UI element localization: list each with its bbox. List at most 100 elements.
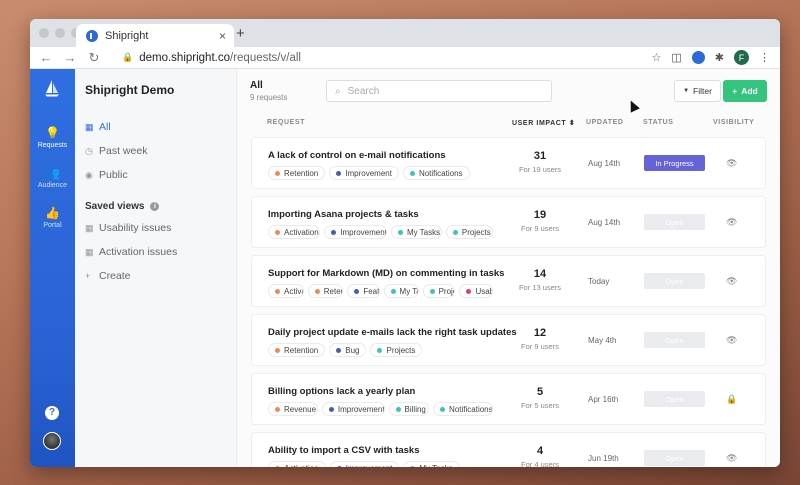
status-badge[interactable]: In Progress: [644, 155, 705, 171]
eye-icon[interactable]: 👁: [726, 276, 737, 287]
tag-chip[interactable]: My Tasks: [383, 284, 419, 298]
tag-chip[interactable]: My Tasks: [390, 225, 442, 239]
star-icon[interactable]: ☆: [652, 51, 662, 64]
saved-view-usability-issues[interactable]: ▦ Usability issues: [85, 216, 226, 240]
request-row[interactable]: Importing Asana projects & tasks Activat…: [251, 196, 766, 248]
tag-chip[interactable]: Retention: [307, 284, 344, 298]
tag-chip[interactable]: Activation: [268, 225, 321, 239]
users-icon: 👥: [45, 166, 60, 180]
impact-users: For 13 users: [518, 283, 562, 292]
tag-chip[interactable]: Projects: [370, 343, 423, 357]
status-badge[interactable]: Open: [644, 332, 705, 348]
request-row[interactable]: Support for Markdown (MD) on commenting …: [251, 255, 766, 307]
tag-chip[interactable]: Improvement: [324, 225, 387, 239]
status-badge[interactable]: Open: [644, 214, 705, 230]
close-window-button[interactable]: [39, 28, 49, 38]
lock-icon: 🔒: [122, 52, 134, 62]
extensions-puzzle-icon[interactable]: ✱: [715, 51, 724, 64]
tag-chip[interactable]: My Tasks: [403, 461, 460, 467]
request-title[interactable]: Ability to import a CSV with tasks: [268, 445, 420, 456]
rail-item-portal[interactable]: 👍 Portal: [30, 206, 75, 229]
profile-avatar[interactable]: F: [734, 50, 749, 65]
tag-label: Projects: [386, 345, 416, 355]
pocket-icon[interactable]: ◫: [671, 51, 681, 64]
sidebar-item-label: Public: [99, 169, 128, 181]
status-badge[interactable]: Open: [644, 391, 705, 407]
search-icon: ⌕: [335, 85, 341, 97]
tag-chip[interactable]: Retention: [268, 166, 326, 180]
tag-label: Bug: [345, 345, 360, 355]
request-title[interactable]: Support for Markdown (MD) on commenting …: [268, 268, 504, 279]
sidebar-item-past-week[interactable]: ◷ Past week: [85, 139, 226, 163]
info-icon[interactable]: i: [150, 202, 160, 211]
tag-chip[interactable]: Feature: [347, 284, 380, 298]
tag-chip[interactable]: Improvement: [329, 166, 399, 180]
sidebar-item-all[interactable]: ▦ All: [85, 115, 226, 139]
tag-chip[interactable]: Projects: [422, 284, 456, 298]
create-view-button[interactable]: + Create: [85, 264, 226, 288]
new-tab-button[interactable]: +: [236, 25, 245, 42]
request-title[interactable]: Importing Asana projects & tasks: [268, 209, 419, 220]
request-row[interactable]: Ability to import a CSV with tasks Activ…: [251, 432, 766, 467]
tag-label: Retention: [284, 345, 319, 355]
tag-list: Retention Improvement Notifications: [268, 166, 493, 180]
updated-date: Jun 19th: [588, 454, 619, 463]
tag-chip[interactable]: Usability: [459, 284, 493, 298]
tag-chip[interactable]: Retention: [268, 343, 326, 357]
column-user-impact[interactable]: USER IMPACT ⬍: [512, 119, 575, 127]
status-badge[interactable]: Open: [644, 450, 705, 466]
tag-label: Activation: [284, 286, 303, 296]
tag-chip[interactable]: Notifications: [433, 402, 493, 416]
tag-chip[interactable]: Notifications: [402, 166, 470, 180]
sidebar-item-label: All: [99, 121, 111, 133]
filter-icon: ▼: [683, 88, 690, 94]
tag-chip[interactable]: Bug: [329, 343, 367, 357]
shipright-extension-icon[interactable]: [691, 51, 705, 64]
forward-icon[interactable]: →: [60, 50, 80, 66]
sidebar-item-public[interactable]: ◉ Public: [85, 163, 226, 187]
request-title[interactable]: Daily project update e-mails lack the ri…: [268, 327, 517, 338]
minimize-window-button[interactable]: [55, 28, 65, 38]
back-icon[interactable]: ←: [36, 50, 56, 66]
eye-icon[interactable]: 👁: [726, 217, 737, 228]
search-input[interactable]: [347, 85, 538, 97]
tag-chip[interactable]: Revenue: [268, 402, 318, 416]
rail-item-audience[interactable]: 👥 Audience: [30, 166, 75, 189]
url-field[interactable]: 🔒 demo.shipright.co/requests/v/all: [122, 52, 301, 64]
saved-views-label: Saved views: [85, 201, 145, 212]
shipright-logo-icon[interactable]: [44, 79, 60, 97]
status-badge[interactable]: Open: [644, 273, 705, 289]
request-row[interactable]: Daily project update e-mails lack the ri…: [251, 314, 766, 366]
search-box[interactable]: ⌕: [326, 80, 552, 102]
lock-icon[interactable]: 🔒: [726, 394, 737, 405]
saved-view-activation-issues[interactable]: ▦ Activation issues: [85, 240, 226, 264]
add-request-button[interactable]: + Add: [723, 80, 767, 102]
user-avatar[interactable]: [43, 432, 61, 450]
eye-icon[interactable]: 👁: [726, 335, 737, 346]
request-title[interactable]: A lack of control on e-mail notification…: [268, 150, 446, 161]
rail-item-label: Portal: [43, 222, 62, 229]
tag-chip[interactable]: Improvement: [329, 461, 400, 467]
tag-chip[interactable]: Improvement: [321, 402, 385, 416]
rail-item-label: Requests: [37, 142, 68, 149]
updated-date: Aug 14th: [588, 159, 621, 168]
help-icon[interactable]: ?: [45, 406, 59, 420]
reload-icon[interactable]: ↻: [84, 50, 104, 66]
user-impact: 5 For 5 users: [510, 386, 570, 410]
request-row[interactable]: A lack of control on e-mail notification…: [251, 137, 766, 189]
tab-close-icon[interactable]: ×: [219, 29, 226, 43]
rail-item-requests[interactable]: 💡 Requests: [30, 126, 75, 149]
browser-menu-icon[interactable]: ⋮: [759, 51, 770, 64]
tag-chip[interactable]: Activation: [268, 461, 326, 467]
browser-tab[interactable]: Shipright ×: [76, 24, 234, 47]
tag-chip[interactable]: Billing: [388, 402, 430, 416]
tag-color-dot: [328, 406, 334, 412]
filter-button[interactable]: ▼ Filter: [674, 80, 721, 102]
eye-icon[interactable]: 👁: [726, 453, 737, 464]
tag-chip[interactable]: Activation: [268, 284, 304, 298]
tag-chip[interactable]: Projects: [445, 225, 493, 239]
request-row[interactable]: Billing options lack a yearly plan Reven…: [251, 373, 766, 425]
eye-icon[interactable]: 👁: [726, 158, 737, 169]
request-title[interactable]: Billing options lack a yearly plan: [268, 386, 415, 397]
tag-color-dot: [275, 170, 280, 176]
